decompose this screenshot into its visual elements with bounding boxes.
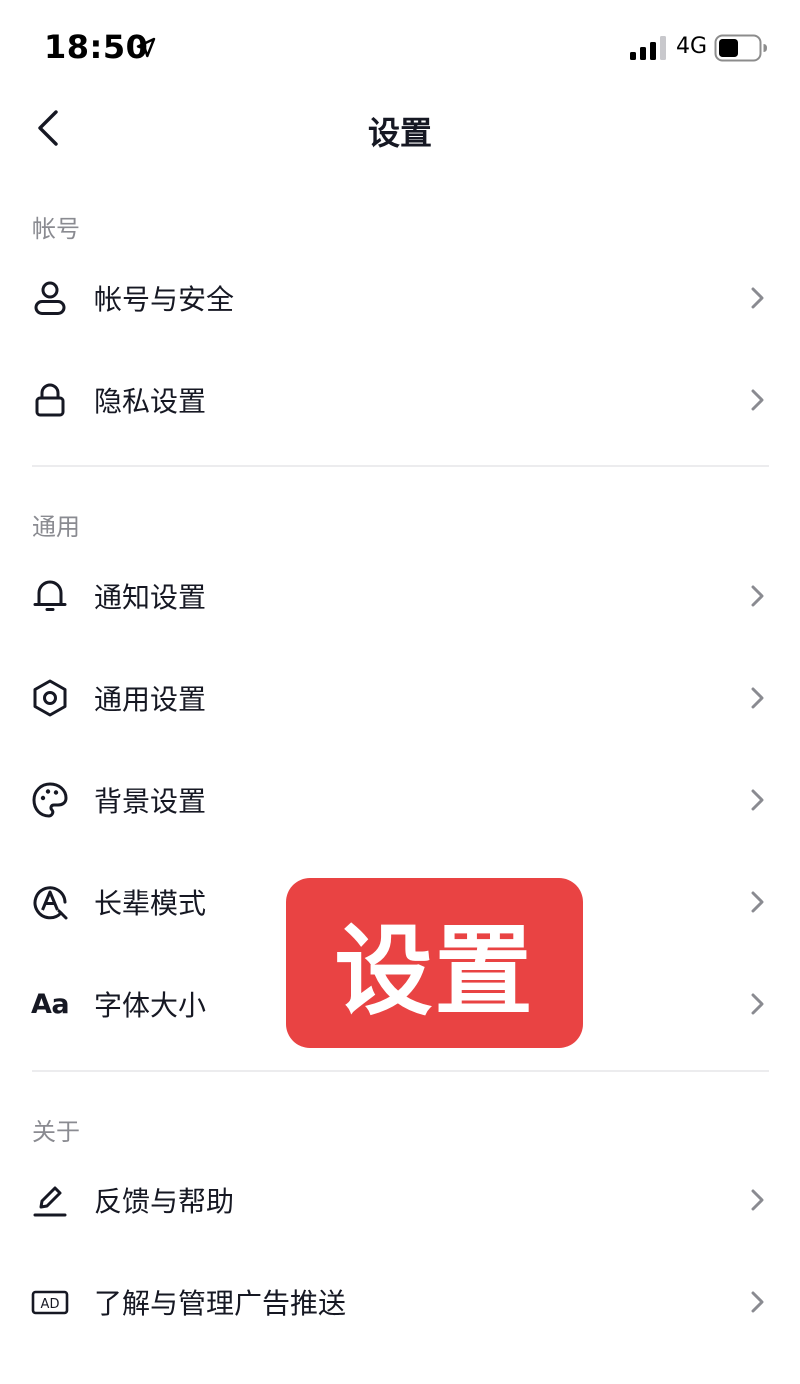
font-size-icon: Aa (30, 984, 70, 1024)
overlay-title-text: 设置 (334, 915, 535, 1029)
chevron-right-icon (751, 1189, 764, 1211)
chevron-right-icon (751, 891, 764, 913)
row-label: 背景设置 (94, 785, 207, 818)
row-label: 了解与管理广告推送 (94, 1287, 347, 1320)
section-header-account: 帐号 (32, 215, 80, 243)
chevron-right-icon (751, 1291, 764, 1313)
location-arrow-icon (136, 37, 156, 58)
battery-icon (714, 34, 767, 62)
status-time: 18:50 (44, 28, 149, 66)
palette-icon (30, 780, 70, 820)
settings-row-ad-management[interactable]: AD 了解与管理广告推送 (0, 1252, 800, 1352)
signal-strength-icon (630, 36, 666, 60)
row-label: 长辈模式 (94, 887, 207, 920)
chevron-right-icon (751, 389, 764, 411)
row-label: 通知设置 (94, 581, 207, 614)
nav-bar: 设置 (0, 96, 800, 160)
chevron-right-icon (751, 993, 764, 1015)
ad-icon: AD (30, 1282, 70, 1322)
settings-row-feedback[interactable]: 反馈与帮助 (0, 1150, 800, 1250)
settings-row-general[interactable]: 通用设置 (0, 648, 800, 748)
row-label: 帐号与安全 (94, 283, 235, 316)
edit-pen-icon (30, 1180, 70, 1220)
section-divider (32, 465, 769, 467)
row-label: 字体大小 (94, 989, 207, 1022)
status-bar: 18:50 4G (0, 0, 800, 96)
elder-mode-icon (30, 882, 70, 922)
chevron-right-icon (751, 789, 764, 811)
bell-icon (30, 576, 70, 616)
settings-row-privacy[interactable]: 隐私设置 (0, 350, 800, 450)
lock-icon (30, 380, 70, 420)
user-icon (30, 278, 70, 318)
settings-row-notifications[interactable]: 通知设置 (0, 546, 800, 646)
ad-icon-text: AD (41, 1297, 60, 1312)
settings-row-account-security[interactable]: 帐号与安全 (0, 248, 800, 348)
row-label: 隐私设置 (94, 385, 207, 418)
network-type: 4G (676, 34, 708, 59)
chevron-right-icon (751, 585, 764, 607)
chevron-right-icon (751, 287, 764, 309)
section-divider (32, 1070, 769, 1072)
row-label: 通用设置 (94, 683, 207, 716)
page-title: 设置 (367, 114, 432, 152)
section-header-general: 通用 (32, 513, 80, 541)
chevron-right-icon (751, 687, 764, 709)
settings-row-background[interactable]: 背景设置 (0, 750, 800, 850)
row-label: 反馈与帮助 (94, 1185, 235, 1218)
section-header-about: 关于 (32, 1118, 80, 1146)
font-size-glyph: Aa (30, 988, 70, 1020)
overlay-title-badge: 设置 (286, 878, 583, 1048)
gear-icon (30, 678, 70, 718)
